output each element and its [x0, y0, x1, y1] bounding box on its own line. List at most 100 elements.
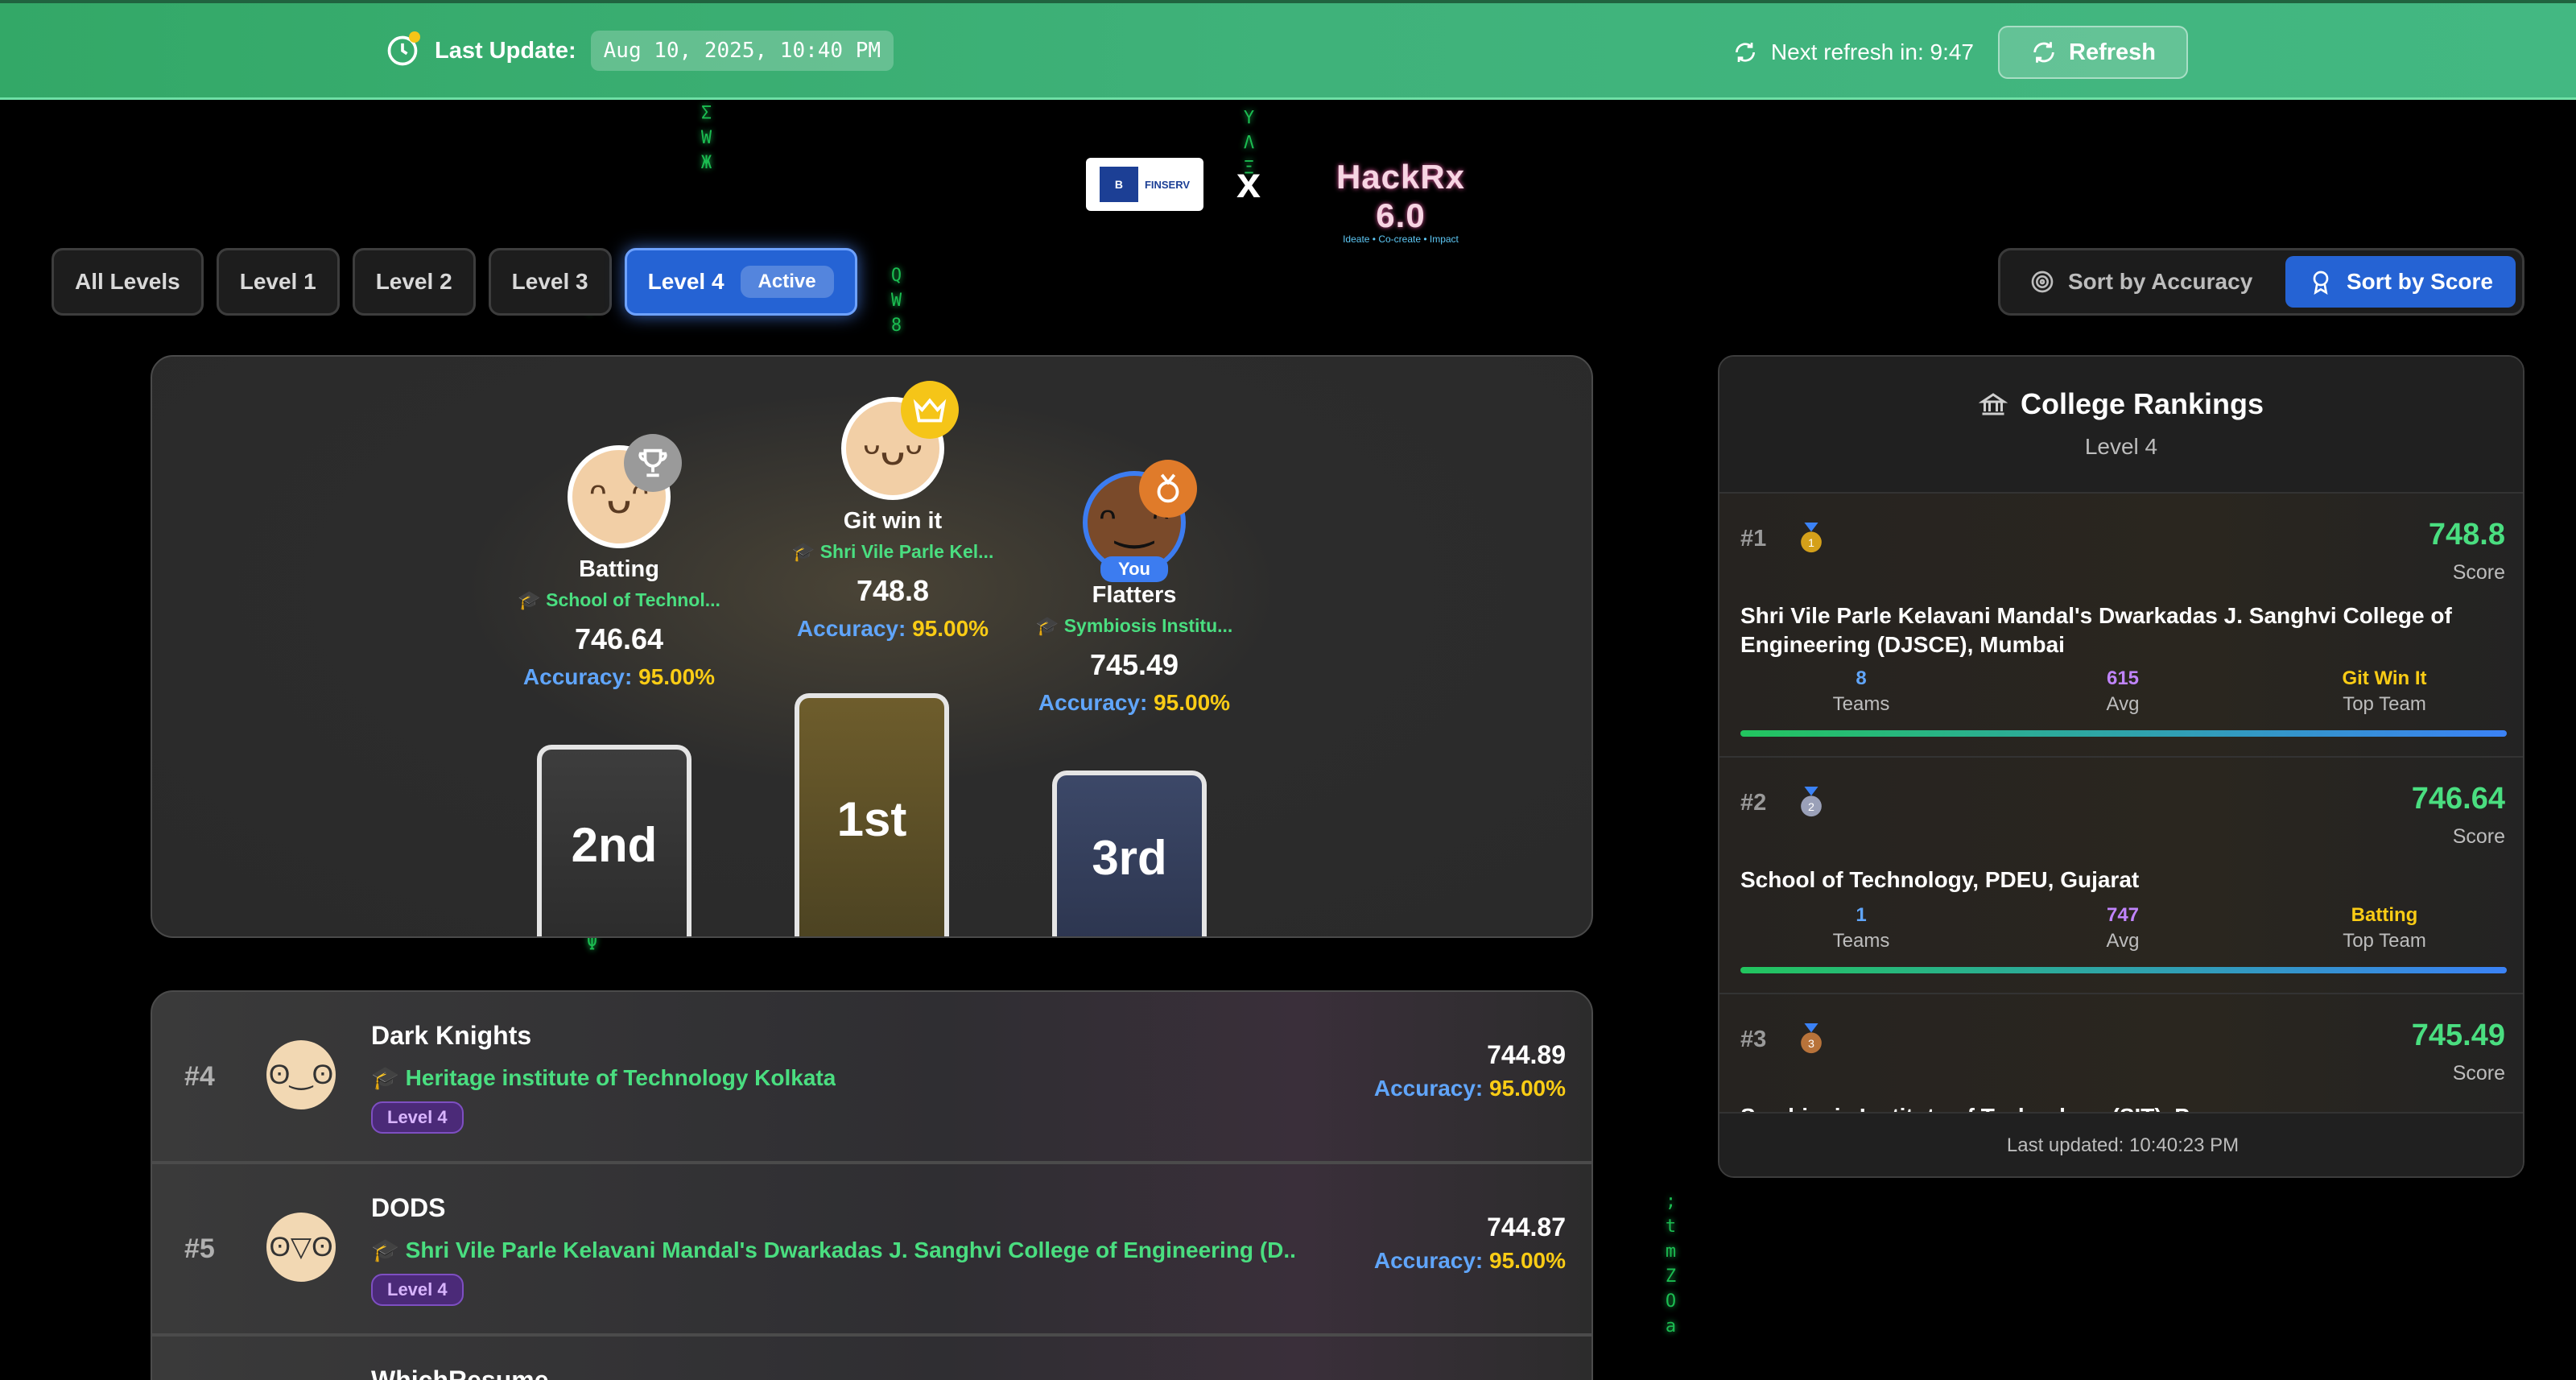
team-score: 744.87	[1487, 1213, 1566, 1242]
you-badge: You	[1100, 556, 1168, 582]
refresh-button[interactable]: Refresh	[1998, 26, 2188, 79]
score-label: Score	[2452, 825, 2505, 848]
sort-toggle: Sort by Accuracy Sort by Score	[1998, 248, 2524, 316]
college-name: 🎓 Shri Vile Parle Kel...	[791, 541, 994, 562]
avatar: ᵔ‿ᵔ You	[1083, 460, 1197, 582]
college-name: School of Technology, PDEU, Gujarat	[1740, 867, 2140, 892]
team-name: Dark Knights	[371, 1021, 532, 1050]
hackrx-tagline: Ideate • Co-create • Impact	[1343, 233, 1459, 245]
podium-card: ᵔᴗᵔ Batting 🎓 School of Technol... 746.6…	[151, 355, 1593, 938]
trophy-icon	[624, 434, 682, 492]
refresh-label: Refresh	[2069, 39, 2156, 65]
team-name: Git win it	[843, 508, 943, 534]
college-score: 746.64	[2411, 782, 2505, 816]
score-bar	[1740, 967, 2507, 973]
clock-icon	[385, 31, 420, 68]
college-name: 🎓 Heritage institute of Technology Kolka…	[371, 1065, 836, 1090]
college-rankings-title: College Rankings	[1719, 357, 2523, 421]
matrix-rain: ΣWЖ	[696, 103, 716, 178]
level-tabs: All Levels Level 1 Level 2 Level 3 Level…	[52, 248, 857, 316]
team-score: 746.64	[574, 622, 664, 655]
bajaj-finserv-logo: B FINSERV	[1086, 158, 1203, 211]
crown-icon	[901, 381, 959, 439]
svg-text:3: 3	[1808, 1038, 1814, 1051]
live-indicator-dot	[409, 31, 420, 43]
last-update-label: Last Update:	[435, 37, 576, 64]
podium-third[interactable]: ᵔ‿ᵔ You Flatters 🎓 Symbiosis Institu... …	[1022, 460, 1247, 716]
last-update: Last Update: Aug 10, 2025, 10:40 PM	[385, 31, 894, 71]
college-score: 745.49	[2411, 1018, 2505, 1052]
score-label: Score	[2452, 561, 2505, 584]
sort-by-accuracy-button[interactable]: Sort by Accuracy	[2007, 256, 2275, 308]
table-row[interactable]: WhichResume	[151, 1335, 1593, 1380]
teams-stat: 1 Teams	[1832, 904, 1890, 952]
hackrx-logo: HackRx 6.0 Ideate • Co-create • Impact	[1312, 158, 1489, 245]
college-name: 🎓 School of Technol...	[518, 589, 720, 610]
team-score: 748.8	[856, 574, 930, 607]
bajaj-mark: B	[1099, 167, 1138, 202]
team-name: Batting	[579, 556, 659, 582]
tab-level-1[interactable]: Level 1	[216, 248, 340, 316]
medal-icon	[1139, 460, 1197, 518]
team-accuracy: Accuracy: 95.00%	[522, 664, 716, 689]
team-accuracy: Accuracy: 95.00%	[1038, 690, 1231, 715]
gold-medal-icon: 1	[1801, 523, 1822, 553]
avatar: ᵔᴗᵔ	[568, 434, 682, 548]
avatar: ᵕᴗᵕ	[841, 381, 959, 500]
college-name: Shri Vile Parle Kelavani Mandal's Dwarka…	[1740, 603, 2452, 657]
college-name: 🎓 Symbiosis Institu...	[1035, 615, 1233, 636]
team-name: WhichResume	[371, 1366, 549, 1380]
active-badge: Active	[740, 266, 834, 298]
college-rank-item[interactable]: #3 3 745.49 Score Symbiosis Institute of…	[1719, 994, 2523, 1115]
table-row[interactable]: #5 ʘ▽ʘ DODS 🎓 Shri Vile Parle Kelavani M…	[151, 1163, 1593, 1335]
level-badge: Level 4	[371, 1101, 464, 1134]
bajaj-text: FINSERV	[1144, 178, 1191, 191]
score-bar	[1740, 730, 2507, 737]
team-name: Flatters	[1092, 582, 1177, 608]
avatar: ʘ‿ʘ	[266, 1040, 336, 1109]
team-accuracy: Accuracy: 95.00%	[796, 616, 989, 641]
college-rank: #1	[1740, 526, 1767, 552]
hackrx-title: HackRx 6.0	[1335, 158, 1466, 234]
college-rank-item[interactable]: #2 2 746.64 Score School of Technology, …	[1719, 758, 2523, 994]
next-refresh-timer: Next refresh in: 9:47	[1732, 39, 1974, 65]
podium-block-second: 2nd	[537, 745, 691, 936]
team-score: 745.49	[1089, 648, 1179, 681]
matrix-rain: QW8	[886, 266, 906, 341]
target-icon	[2031, 271, 2054, 293]
podium-second[interactable]: ᵔᴗᵔ Batting 🎓 School of Technol... 746.6…	[506, 434, 732, 690]
podium-block-first: 1st	[795, 693, 949, 936]
table-row[interactable]: #4 ʘ‿ʘ Dark Knights 🎓 Heritage institute…	[151, 990, 1593, 1163]
team-rank: #4	[184, 1061, 215, 1092]
status-bar: Last Update: Aug 10, 2025, 10:40 PM Next…	[0, 0, 2576, 100]
matrix-rain: ;tmZOa	[1661, 1192, 1681, 1341]
college-rank-item[interactable]: #1 1 748.8 Score Shri Vile Parle Kelavan…	[1719, 494, 2523, 758]
team-name: DODS	[371, 1193, 446, 1222]
top-team-stat: Batting Top Team	[2343, 904, 2426, 952]
college-rankings-panel: College Rankings Level 4 #1 1 748.8 Scor…	[1718, 355, 2524, 1178]
level-badge: Level 4	[371, 1274, 464, 1306]
sort-by-score-button[interactable]: Sort by Score	[2285, 256, 2516, 308]
college-rankings-level: Level 4	[2084, 434, 2158, 459]
team-accuracy: Accuracy: 95.00%	[1373, 1076, 1566, 1101]
team-score: 744.89	[1487, 1040, 1566, 1069]
podium-first[interactable]: ᵕᴗᵕ Git win it 🎓 Shri Vile Parle Kel... …	[764, 381, 1022, 642]
avg-stat: 747 Avg	[2106, 904, 2140, 952]
bronze-medal-icon: 3	[1801, 1023, 1822, 1054]
last-update-value: Aug 10, 2025, 10:40 PM	[590, 31, 894, 71]
award-icon	[2313, 271, 2329, 295]
tab-level-4[interactable]: Level 4 Active	[624, 248, 857, 316]
team-rank: #5	[184, 1233, 215, 1264]
tab-level-2[interactable]: Level 2	[352, 248, 476, 316]
college-rank: #2	[1740, 790, 1767, 816]
last-updated-footer: Last updated: 10:40:23 PM	[1719, 1112, 2523, 1176]
college-name: 🎓 Shri Vile Parle Kelavani Mandal's Dwar…	[371, 1237, 1297, 1262]
refresh-icon	[2033, 42, 2054, 63]
next-refresh-text: Next refresh in: 9:47	[1770, 39, 1974, 64]
tab-level-3[interactable]: Level 3	[488, 248, 612, 316]
avg-stat: 615 Avg	[2106, 667, 2140, 715]
teams-stat: 8 Teams	[1832, 667, 1890, 715]
team-accuracy: Accuracy: 95.00%	[1373, 1248, 1566, 1273]
sync-icon	[1735, 43, 1755, 62]
tab-all-levels[interactable]: All Levels	[52, 248, 204, 316]
